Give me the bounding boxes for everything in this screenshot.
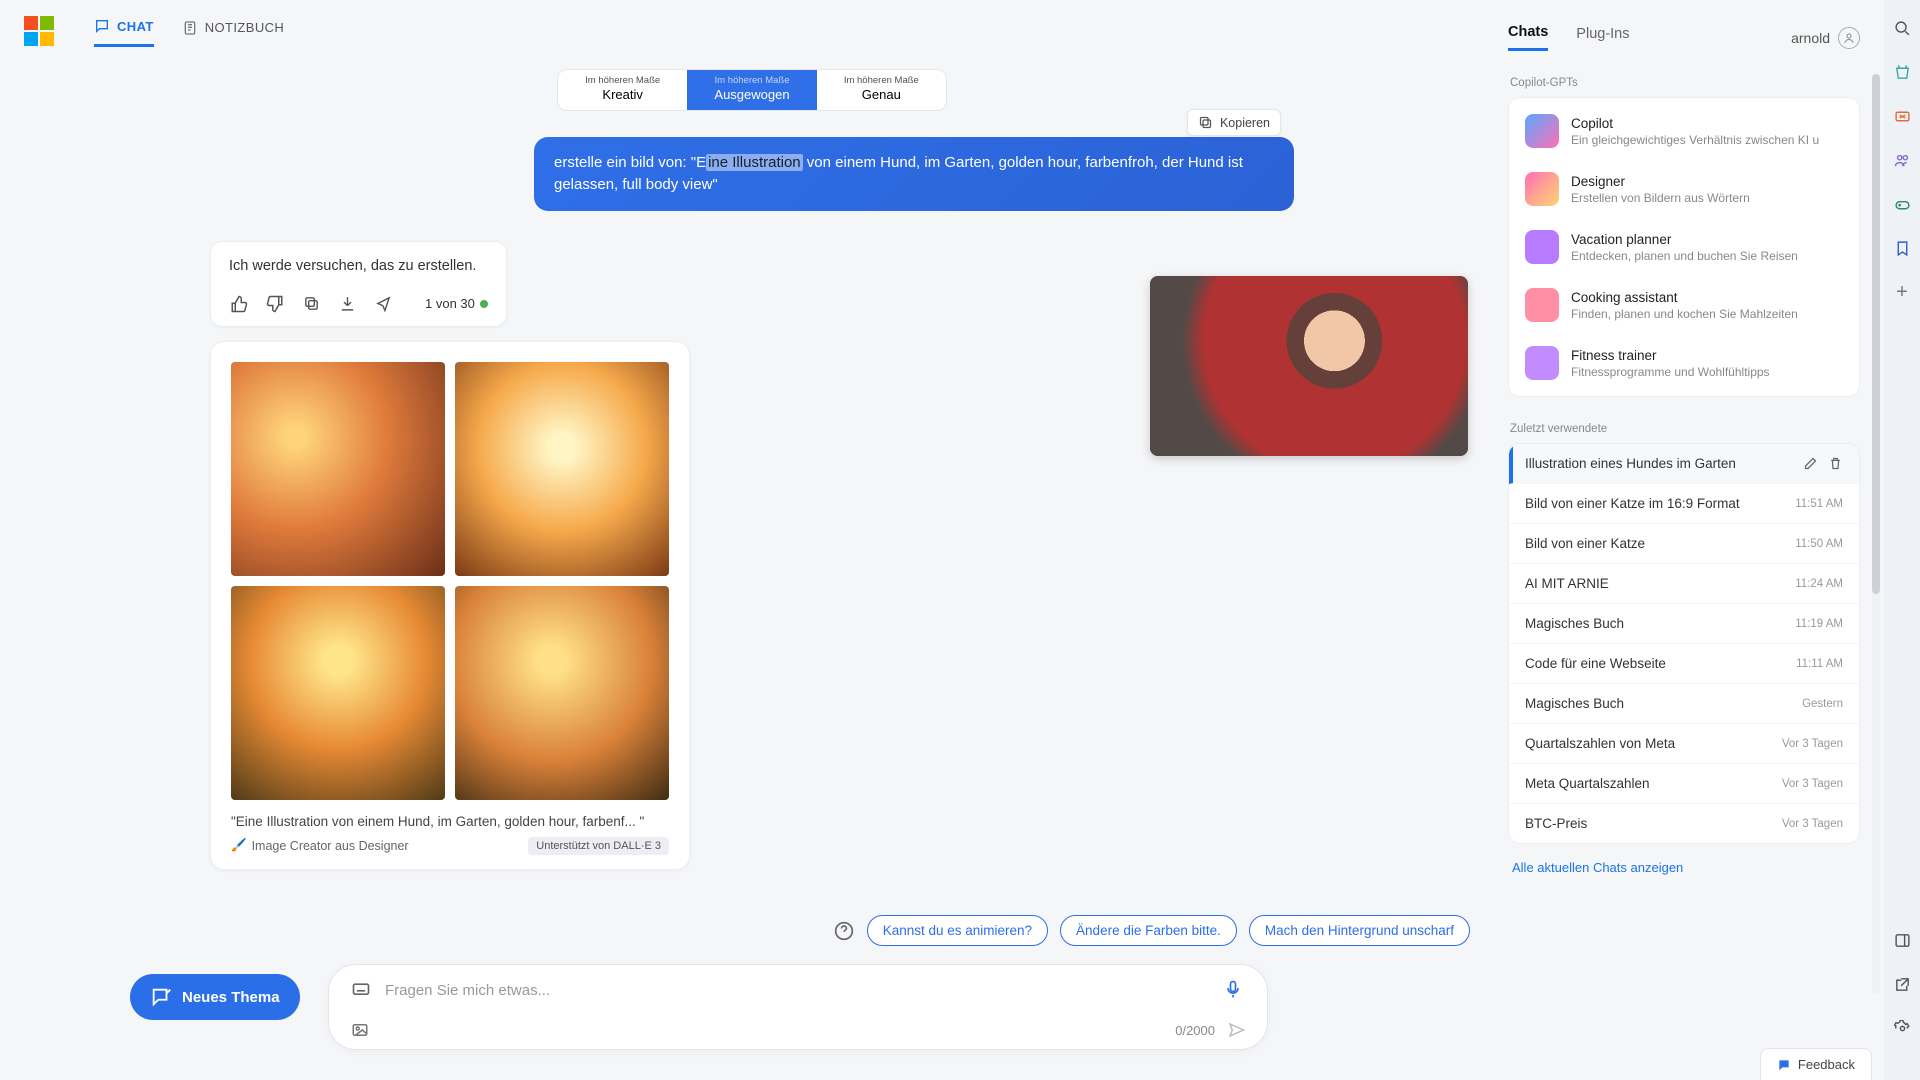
dislike-button[interactable] xyxy=(265,294,285,314)
chat-input[interactable]: Fragen Sie mich etwas... 0/2000 xyxy=(328,964,1268,1050)
tab-icon[interactable] xyxy=(1892,930,1912,950)
recent-chat-item[interactable]: Bild von einer Katze im 16:9 Format 11:5… xyxy=(1509,484,1859,524)
text-selection: ine Illustration xyxy=(706,154,803,171)
edit-icon[interactable] xyxy=(1803,456,1818,471)
copy-msg-button[interactable] xyxy=(301,294,321,314)
settings-icon[interactable] xyxy=(1892,1018,1912,1038)
coupon-icon[interactable] xyxy=(1892,106,1912,126)
char-counter: 0/2000 xyxy=(1175,1023,1215,1038)
recent-chat-item[interactable]: Bild von einer Katze 11:50 AM xyxy=(1509,524,1859,564)
help-icon[interactable] xyxy=(833,920,855,942)
recent-chat-item[interactable]: Magisches Buch Gestern xyxy=(1509,684,1859,724)
input-placeholder: Fragen Sie mich etwas... xyxy=(385,982,1209,999)
tone-precise[interactable]: Im höheren Maße Genau xyxy=(817,70,946,110)
recent-chat-item[interactable]: AI MIT ARNIE 11:24 AM xyxy=(1509,564,1859,604)
recents-title: Zuletzt verwendete xyxy=(1510,423,1860,435)
keyboard-icon[interactable] xyxy=(351,980,371,1000)
recent-chat-item[interactable]: Quartalszahlen von Meta Vor 3 Tagen xyxy=(1509,724,1859,764)
recent-chat-item[interactable]: Magisches Buch 11:19 AM xyxy=(1509,604,1859,644)
panel-tab-chats[interactable]: Chats xyxy=(1508,24,1548,51)
suggestions-row: Kannst du es animieren? Ändere die Farbe… xyxy=(0,915,1504,946)
gpt-item[interactable]: Fitness trainerFitnessprogramme und Wohl… xyxy=(1509,334,1859,392)
copy-button[interactable]: Kopieren xyxy=(1187,109,1281,136)
image-card: "Eine Illustration von einem Hund, im Ga… xyxy=(210,341,690,870)
shopping-icon[interactable] xyxy=(1892,62,1912,82)
recent-chat-item[interactable]: Illustration eines Hundes im Garten xyxy=(1509,444,1859,484)
gpts-title: Copilot-GPTs xyxy=(1510,77,1860,89)
recent-chat-item[interactable]: Code für eine Webseite 11:11 AM xyxy=(1509,644,1859,684)
recent-chat-item[interactable]: BTC-Preis Vor 3 Tagen xyxy=(1509,804,1859,843)
user-message-bubble[interactable]: erstelle ein bild von: "Eine Illustratio… xyxy=(534,137,1294,211)
gpt-icon xyxy=(1525,230,1559,264)
image-caption: "Eine Illustration von einem Hund, im Ga… xyxy=(231,814,669,829)
notebook-icon xyxy=(182,20,198,36)
send-button[interactable] xyxy=(1227,1021,1245,1039)
delete-icon[interactable] xyxy=(1828,456,1843,471)
share-button[interactable] xyxy=(373,294,393,314)
gpt-icon xyxy=(1525,346,1559,380)
gpt-icon xyxy=(1525,172,1559,206)
export-icon[interactable] xyxy=(1892,974,1912,994)
gpt-item[interactable]: Vacation plannerEntdecken, planen und bu… xyxy=(1509,218,1859,276)
side-toolbar: + xyxy=(1884,0,1920,1080)
panel-tab-plugins[interactable]: Plug-Ins xyxy=(1576,26,1629,50)
brush-icon: 🖌️ xyxy=(231,838,247,853)
feedback-icon xyxy=(1777,1058,1791,1072)
header: CHAT NOTIZBUCH xyxy=(10,0,1494,47)
chat-icon xyxy=(94,18,110,34)
download-button[interactable] xyxy=(337,294,357,314)
show-all-chats[interactable]: Alle aktuellen Chats anzeigen xyxy=(1508,844,1860,891)
gpt-icon xyxy=(1525,288,1559,322)
webcam-overlay[interactable] xyxy=(1150,276,1468,456)
tone-selector: Im höheren Maße Kreativ Im höheren Maße … xyxy=(557,69,947,111)
assistant-text: Ich werde versuchen, das zu erstellen. xyxy=(229,258,488,274)
add-icon[interactable]: + xyxy=(1892,282,1912,302)
tab-notebook[interactable]: NOTIZBUCH xyxy=(182,14,284,47)
response-counter: 1 von 30 xyxy=(425,296,488,311)
suggestion-chip[interactable]: Kannst du es animieren? xyxy=(867,915,1048,946)
generated-image[interactable] xyxy=(455,586,669,800)
feedback-button[interactable]: Feedback xyxy=(1760,1048,1872,1080)
recent-chat-item[interactable]: Meta Quartalszahlen Vor 3 Tagen xyxy=(1509,764,1859,804)
search-icon[interactable] xyxy=(1892,18,1912,38)
gpt-item[interactable]: DesignerErstellen von Bildern aus Wörter… xyxy=(1509,160,1859,218)
gpt-icon xyxy=(1525,114,1559,148)
like-button[interactable] xyxy=(229,294,249,314)
generated-image[interactable] xyxy=(455,362,669,576)
generated-image[interactable] xyxy=(231,586,445,800)
suggestion-chip[interactable]: Ändere die Farben bitte. xyxy=(1060,915,1237,946)
right-panel: Chats Plug-Ins arnold Copilot-GPTs Copil… xyxy=(1504,0,1884,1080)
user-account[interactable]: arnold xyxy=(1791,27,1860,49)
generated-image[interactable] xyxy=(231,362,445,576)
gpt-item[interactable]: Cooking assistantFinden, planen und koch… xyxy=(1509,276,1859,334)
image-upload-button[interactable] xyxy=(351,1021,369,1039)
avatar-icon xyxy=(1838,27,1860,49)
dalle-badge: Unterstützt von DALL·E 3 xyxy=(528,837,669,855)
mic-button[interactable] xyxy=(1223,979,1245,1001)
image-source[interactable]: 🖌️ Image Creator aus Designer xyxy=(231,838,409,853)
assistant-message: Ich werde versuchen, das zu erstellen. 1… xyxy=(210,241,507,327)
tab-chat-label: CHAT xyxy=(117,19,154,34)
tone-creative[interactable]: Im höheren Maße Kreativ xyxy=(558,70,687,110)
user-message-row: Kopieren erstelle ein bild von: "Eine Il… xyxy=(210,137,1294,211)
bookmark-icon[interactable] xyxy=(1892,238,1912,258)
suggestion-chip[interactable]: Mach den Hintergrund unscharf xyxy=(1249,915,1470,946)
copy-icon xyxy=(1198,115,1213,130)
people-icon[interactable] xyxy=(1892,150,1912,170)
tab-chat[interactable]: CHAT xyxy=(94,14,154,47)
tone-balanced[interactable]: Im höheren Maße Ausgewogen xyxy=(687,70,816,110)
games-icon[interactable] xyxy=(1892,194,1912,214)
status-dot-icon xyxy=(480,300,488,308)
gpt-item[interactable]: CopilotEin gleichgewichtiges Verhältnis … xyxy=(1509,102,1859,160)
tab-notebook-label: NOTIZBUCH xyxy=(205,20,284,35)
ms-logo xyxy=(24,16,54,46)
